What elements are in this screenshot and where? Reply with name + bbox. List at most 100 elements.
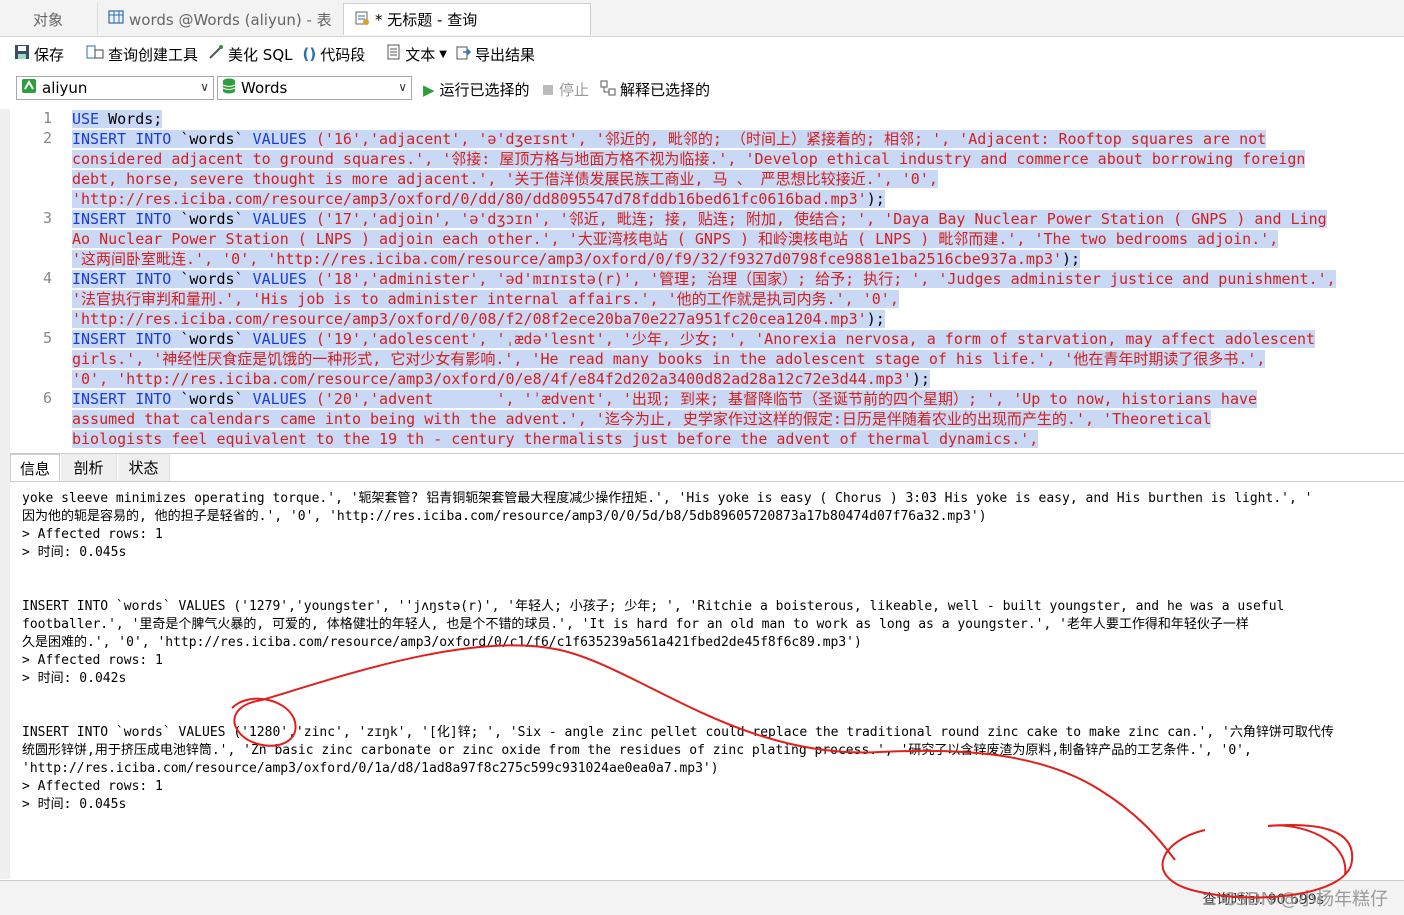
beautify-sql-button[interactable]: 美化 SQL xyxy=(208,44,293,65)
sql-keyword: INSERT INTO xyxy=(72,330,181,348)
sql-keyword: VALUES xyxy=(252,270,316,288)
tab-bar: 对象 words @Words (aliyun) - 表 * 无标题 - 查询 xyxy=(0,0,1404,37)
code-line: debt, horse, severe thought is more adja… xyxy=(72,169,938,189)
beautify-icon xyxy=(208,44,224,64)
code-line: biologists feel equivalent to the 19 th … xyxy=(72,429,1039,449)
sql-keyword: VALUES xyxy=(252,210,316,228)
line-number: 1 xyxy=(42,109,52,127)
tab-status[interactable]: 状态 xyxy=(118,454,170,481)
tab-words-table[interactable]: words @Words (aliyun) - 表 xyxy=(97,3,343,35)
export-results-button[interactable]: 导出结果 xyxy=(455,44,535,65)
sql-text: Words; xyxy=(108,110,163,128)
line-number: 3 xyxy=(42,209,52,227)
code-line: 'http://res.iciba.com/resource/amp3/oxfo… xyxy=(72,189,885,209)
output-line: > 时间: 0.042s xyxy=(22,671,127,686)
output-line: > Affected rows: 1 xyxy=(22,527,163,542)
line-number: 6 xyxy=(42,389,52,407)
output-line: > 时间: 0.045s xyxy=(22,797,127,812)
output-line: footballer.', '里奇是个脾气火暴的, 可爱的, 体格健壮的年轻人,… xyxy=(22,617,1249,632)
sql-editor[interactable]: 123456 USE Words; INSERT INTO `words` VAL… xyxy=(10,109,1404,452)
snippet-button[interactable]: () 代码段 xyxy=(303,44,366,65)
sql-text: ); xyxy=(1062,250,1081,268)
sql-string: ('18','administer', 'əd'mɪnɪstə(r)', '管理… xyxy=(315,270,1336,288)
query-icon xyxy=(354,10,370,30)
message-output: yoke sleeve minimizes operating torque.'… xyxy=(10,481,1404,880)
line-number: 2 xyxy=(42,129,52,147)
line-number: 5 xyxy=(42,329,52,347)
code-line: '这两间卧室毗连.', '0', 'http://res.iciba.com/r… xyxy=(72,249,1081,269)
output-line: > Affected rows: 1 xyxy=(22,653,163,668)
stop-icon xyxy=(543,84,553,95)
tab-untitled-query[interactable]: * 无标题 - 查询 xyxy=(343,3,591,35)
tab-objects[interactable]: 对象 xyxy=(0,3,96,35)
code-line: INSERT INTO `words` VALUES ('19','adoles… xyxy=(72,329,1316,349)
code-line: Ao Nuclear Power Station ( LNPS ) adjoin… xyxy=(72,229,1279,249)
explain-selected-button[interactable]: 解释已选择的 xyxy=(600,79,710,100)
output-line: 因为他的轭是容易的, 他的担子是轻省的.', '0', 'http://res.… xyxy=(22,509,987,524)
sql-text: `words` xyxy=(180,270,253,288)
connection-icon xyxy=(21,78,37,98)
explain-selected-label: 解释已选择的 xyxy=(620,81,711,99)
database-value: Words xyxy=(241,79,288,97)
run-selected-label: 运行已选择的 xyxy=(439,81,530,99)
output-line: > Affected rows: 1 xyxy=(22,779,163,794)
output-line: 久是困难的.', '0', 'http://res.iciba.com/reso… xyxy=(22,635,862,650)
sql-string: ('20','advent ', 'ˈædvent', '出现; 到来; 基督降… xyxy=(315,390,1258,408)
left-edge-bar xyxy=(0,109,10,879)
sql-keyword: INSERT INTO xyxy=(72,270,181,288)
query-builder-button[interactable]: 查询创建工具 xyxy=(86,44,198,65)
query-builder-icon xyxy=(86,44,104,64)
code-line: '法官执行审判和量刑.', 'His job is to administer … xyxy=(72,289,899,309)
output-line: yoke sleeve minimizes operating torque.'… xyxy=(22,491,1313,506)
connection-select[interactable]: aliyun ∨ xyxy=(16,76,214,100)
connection-value: aliyun xyxy=(42,79,88,97)
stop-button[interactable]: 停止 xyxy=(543,79,589,100)
sql-string: assumed that calendars came into being w… xyxy=(72,410,1212,428)
sql-text: ); xyxy=(866,190,885,208)
code-line: girls.', '神经性厌食症是饥饿的一种形式, 它对少女有影响.', 'He… xyxy=(72,349,1266,369)
status-bar: 查询时间: 90.699s CSDN @小杨年糕仔 xyxy=(0,880,1404,915)
output-line: 统圆形锌饼,用于挤压成电池锌筒.', 'Zn basic zinc carbon… xyxy=(22,743,1252,758)
output-line: INSERT INTO `words` VALUES ('1280','zinc… xyxy=(22,725,1334,740)
sql-string: considered adjacent to ground squares.',… xyxy=(72,150,1306,168)
stop-label: 停止 xyxy=(559,81,590,99)
play-icon: ▶ xyxy=(423,80,435,99)
save-button[interactable]: 保存 xyxy=(14,44,64,65)
save-icon xyxy=(14,44,30,64)
sql-text: ); xyxy=(866,310,885,328)
sql-string: '0', 'http://res.iciba.com/resource/amp3… xyxy=(72,370,912,388)
database-select[interactable]: Words ∨ xyxy=(217,76,412,100)
explain-icon xyxy=(600,80,616,100)
code-line: USE Words; xyxy=(72,109,163,129)
output-line: 'http://res.iciba.com/resource/amp3/oxfo… xyxy=(22,761,719,776)
beautify-label: 美化 SQL xyxy=(228,45,293,64)
sql-keyword: INSERT INTO xyxy=(72,390,181,408)
sql-text: `words` xyxy=(180,330,253,348)
sql-string: girls.', '神经性厌食症是饥饿的一种形式, 它对少女有影响.', 'He… xyxy=(72,350,1266,368)
export-label: 导出结果 xyxy=(474,45,535,64)
sql-keyword: VALUES xyxy=(252,390,316,408)
sql-text: `words` xyxy=(180,390,253,408)
code-line: INSERT INTO `words` VALUES ('20','advent… xyxy=(72,389,1258,409)
sql-string: biologists feel equivalent to the 19 th … xyxy=(72,430,1039,448)
result-tabs: 信息 剖析 状态 xyxy=(10,453,1404,482)
sql-keyword: USE xyxy=(72,110,109,128)
export-icon xyxy=(455,44,472,64)
chevron-down-icon: ∨ xyxy=(398,80,407,94)
tab-info[interactable]: 信息 xyxy=(10,454,60,481)
sql-text: ); xyxy=(911,370,930,388)
code-line: '0', 'http://res.iciba.com/resource/amp3… xyxy=(72,369,930,389)
sql-keyword: VALUES xyxy=(252,330,316,348)
table-icon xyxy=(108,10,124,28)
save-label: 保存 xyxy=(34,45,65,64)
text-button[interactable]: 文本 ▼ xyxy=(387,44,447,65)
sql-string: debt, horse, severe thought is more adja… xyxy=(72,170,938,188)
tab-profile[interactable]: 剖析 xyxy=(61,454,117,481)
sql-keyword: INSERT INTO xyxy=(72,130,181,148)
snippet-icon: () xyxy=(302,45,317,63)
run-selected-button[interactable]: ▶ 运行已选择的 xyxy=(423,79,530,100)
code-line: assumed that calendars came into being w… xyxy=(72,409,1212,429)
sql-string: ('17','adjoin', 'ə'dʒɔɪn', '邻近, 毗连; 接, 贴… xyxy=(315,210,1327,228)
text-icon xyxy=(387,44,401,64)
toolbar: 保存 查询创建工具 美化 SQL () 代码段 文本 ▼ 导出结果 xyxy=(0,36,1404,72)
